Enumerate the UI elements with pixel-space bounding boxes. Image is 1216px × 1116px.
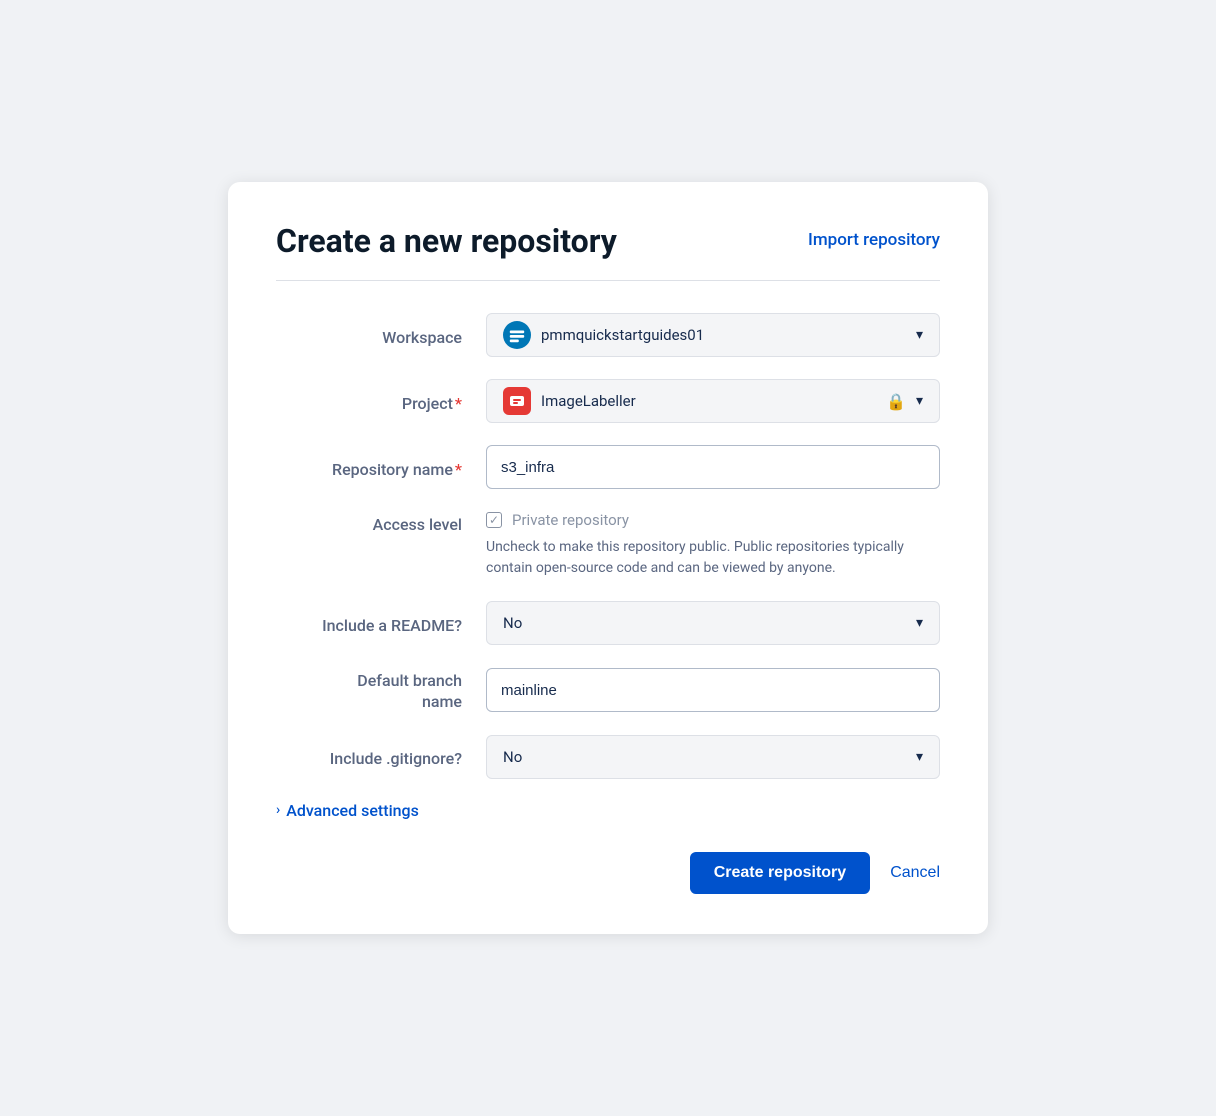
- project-icon: [503, 387, 531, 415]
- advanced-settings-label: Advanced settings: [286, 801, 419, 820]
- project-control: ImageLabeller 🔒 ▾: [486, 379, 940, 423]
- advanced-settings-chevron-icon: ›: [276, 802, 280, 818]
- footer-buttons: Create repository Cancel: [276, 852, 940, 894]
- include-readme-value: No: [503, 614, 912, 632]
- default-branch-input[interactable]: [486, 668, 940, 712]
- project-lock-icon: 🔒: [886, 392, 906, 411]
- create-repository-dialog: Create a new repository Import repositor…: [228, 182, 988, 934]
- import-repository-link[interactable]: Import repository: [808, 222, 940, 250]
- workspace-value: pmmquickstartguides01: [541, 326, 912, 344]
- access-level-content: ✓ Private repository Uncheck to make thi…: [486, 511, 940, 579]
- include-gitignore-control: No ▾: [486, 735, 940, 779]
- workspace-control: pmmquickstartguides01 ▾: [486, 313, 940, 357]
- include-gitignore-value: No: [503, 748, 912, 766]
- private-repo-label: Private repository: [512, 511, 629, 529]
- include-gitignore-label: Include .gitignore?: [276, 745, 486, 768]
- workspace-svg-icon: [508, 326, 526, 344]
- project-select[interactable]: ImageLabeller 🔒 ▾: [486, 379, 940, 423]
- create-repository-button[interactable]: Create repository: [690, 852, 871, 894]
- workspace-label: Workspace: [276, 324, 486, 347]
- include-readme-row: Include a README? No ▾: [276, 601, 940, 645]
- project-row: Project* ImageLabeller 🔒 ▾: [276, 379, 940, 423]
- default-branch-label: Default branchname: [276, 667, 486, 713]
- project-required-star: *: [455, 394, 462, 413]
- include-gitignore-select[interactable]: No ▾: [486, 735, 940, 779]
- workspace-row: Workspace pmmquickstartguides01 ▾: [276, 313, 940, 357]
- repository-name-input[interactable]: [486, 445, 940, 489]
- include-readme-label: Include a README?: [276, 612, 486, 635]
- workspace-select[interactable]: pmmquickstartguides01 ▾: [486, 313, 940, 357]
- include-gitignore-row: Include .gitignore? No ▾: [276, 735, 940, 779]
- workspace-icon: [503, 321, 531, 349]
- include-readme-chevron-icon: ▾: [916, 615, 923, 631]
- include-readme-control: No ▾: [486, 601, 940, 645]
- project-svg-icon: [508, 392, 526, 410]
- project-value: ImageLabeller: [541, 392, 886, 410]
- include-gitignore-chevron-icon: ▾: [916, 749, 923, 765]
- project-chevron-icon: ▾: [916, 393, 923, 409]
- header-divider: [276, 280, 940, 281]
- page-title: Create a new repository: [276, 222, 617, 260]
- access-level-label: Access level: [276, 511, 486, 534]
- private-repo-checkbox[interactable]: ✓: [486, 512, 502, 528]
- repo-name-required-star: *: [455, 460, 462, 479]
- access-level-row: Access level ✓ Private repository Unchec…: [276, 511, 940, 579]
- default-branch-row: Default branchname: [276, 667, 940, 713]
- advanced-settings-toggle[interactable]: › Advanced settings: [276, 801, 940, 820]
- workspace-chevron-icon: ▾: [916, 327, 923, 343]
- access-level-inner-row: ✓ Private repository: [486, 511, 940, 529]
- repository-name-row: Repository name*: [276, 445, 940, 489]
- default-branch-control: [486, 668, 940, 712]
- repository-name-control: [486, 445, 940, 489]
- include-readme-select[interactable]: No ▾: [486, 601, 940, 645]
- repository-name-label: Repository name*: [276, 456, 486, 479]
- project-label: Project*: [276, 390, 486, 413]
- checkbox-check-icon: ✓: [489, 514, 499, 526]
- access-level-control: ✓ Private repository Uncheck to make thi…: [486, 511, 940, 579]
- dialog-header: Create a new repository Import repositor…: [276, 222, 940, 260]
- cancel-button[interactable]: Cancel: [890, 864, 940, 882]
- access-description-text: Uncheck to make this repository public. …: [486, 537, 916, 579]
